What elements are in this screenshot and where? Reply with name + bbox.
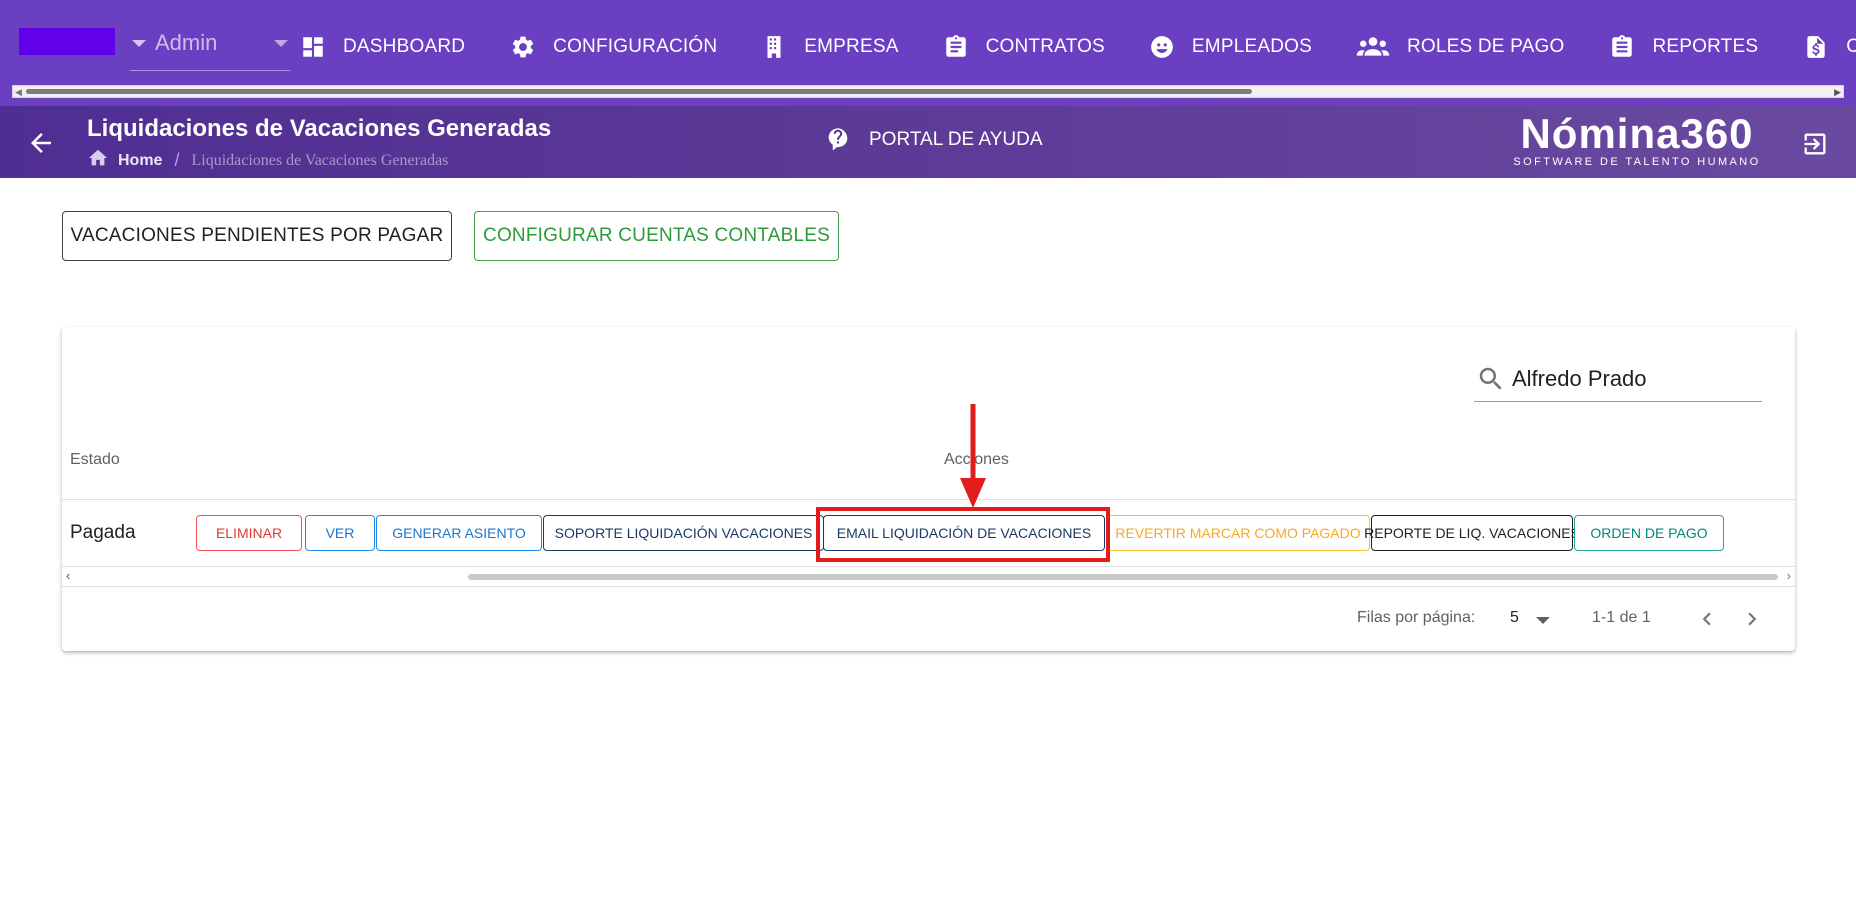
delete-button[interactable]: ELIMINAR: [196, 515, 302, 551]
chevron-down-icon: [132, 40, 146, 47]
users-icon: [1356, 34, 1390, 60]
clipboard-icon: [943, 34, 969, 60]
vacation-report-button[interactable]: REPORTE DE LIQ. VACACIONES: [1364, 515, 1580, 551]
role-select[interactable]: Admin: [130, 24, 290, 71]
nav-label: REPORTES: [1652, 36, 1759, 57]
generate-entry-button[interactable]: GENERAR ASIENTO: [376, 515, 542, 551]
help-icon: [828, 128, 848, 151]
home-icon[interactable]: [87, 147, 109, 174]
chevron-left-icon[interactable]: ‹: [66, 568, 70, 583]
nav-contratos[interactable]: CONTRATOS: [943, 24, 1105, 70]
table-horizontal-scrollbar[interactable]: ‹ ›: [62, 568, 1795, 583]
page-header: Liquidaciones de Vacaciones Generadas Ho…: [0, 106, 1856, 178]
logo-tagline: SOFTWARE DE TALENTO HUMANO: [1513, 156, 1761, 168]
divider: [62, 586, 1795, 587]
dollar-file-icon: [1803, 34, 1829, 60]
search-input[interactable]: Alfredo Prado: [1512, 366, 1647, 392]
annotation-arrow-icon: [960, 404, 986, 508]
logo-name: Nómina360: [1520, 110, 1754, 157]
view-button[interactable]: VER: [305, 515, 375, 551]
nav-dashboard[interactable]: DASHBOARD: [300, 24, 465, 70]
nav-empresa[interactable]: EMPRESA: [761, 24, 898, 70]
breadcrumb-current: Liquidaciones de Vacaciones Generadas: [191, 151, 449, 169]
breadcrumb-home-link[interactable]: Home: [118, 152, 162, 170]
gear-icon: [510, 34, 536, 60]
configure-accounts-button[interactable]: CONFIGURAR CUENTAS CONTABLES: [474, 211, 839, 261]
building-icon: [761, 34, 787, 60]
nav-configuracion[interactable]: CONFIGURACIÓN: [510, 24, 717, 70]
breadcrumb: Home / Liquidaciones de Vacaciones Gener…: [87, 147, 448, 174]
clipboard-list-icon: [1609, 34, 1635, 60]
column-header-estado[interactable]: Estado: [70, 451, 120, 469]
nav-label: CONTRATOS: [985, 36, 1105, 57]
nav-reportes[interactable]: REPORTES: [1609, 24, 1758, 70]
nav-roles-de-pago[interactable]: ROLES DE PAGO: [1356, 24, 1564, 70]
nav-label: DASHBOARD: [343, 36, 466, 57]
top-navbar: Admin DASHBOARD CONFIGURACIÓN EMPRESA CO…: [0, 0, 1856, 106]
logout-icon[interactable]: [1801, 130, 1829, 158]
liquidations-table-card: Alfredo Prado Estado Acciones Pagada ELI…: [62, 327, 1795, 651]
nav-label: COSTOS: [1846, 36, 1856, 57]
pending-vacations-button[interactable]: VACACIONES PENDIENTES POR PAGAR: [62, 211, 452, 261]
annotation-highlight-box: [816, 507, 1110, 562]
dropdown-caret-icon: [1536, 617, 1550, 624]
pagination-range: 1-1 de 1: [1592, 609, 1651, 626]
nav-label: ROLES DE PAGO: [1406, 36, 1565, 57]
divider: [62, 566, 1795, 567]
support-document-button[interactable]: SOPORTE LIQUIDACIÓN VACACIONES: [543, 515, 824, 551]
search-field[interactable]: Alfredo Prado: [1474, 361, 1762, 402]
scroll-right-icon[interactable]: ▶: [1834, 87, 1841, 97]
next-page-icon[interactable]: [1739, 606, 1765, 632]
payment-order-button[interactable]: ORDEN DE PAGO: [1574, 515, 1724, 551]
status-cell: Pagada: [70, 522, 136, 543]
chevron-right-icon[interactable]: ›: [1787, 568, 1791, 583]
help-label: PORTAL DE AYUDA: [869, 129, 1043, 150]
nav-label: CONFIGURACIÓN: [553, 36, 718, 57]
scrollbar-thumb[interactable]: [26, 89, 1252, 94]
nav-horizontal-scrollbar[interactable]: ◀ ▶: [12, 85, 1844, 98]
previous-page-icon[interactable]: [1694, 606, 1720, 632]
nomina360-logo: Nómina360 SOFTWARE DE TALENTO HUMANO: [1512, 110, 1762, 169]
revert-paid-button[interactable]: REVERTIR MARCAR COMO PAGADO: [1106, 515, 1370, 551]
brand-logo-placeholder: [19, 28, 115, 55]
divider: [62, 499, 1795, 500]
main-nav: DASHBOARD CONFIGURACIÓN EMPRESA CONTRATO…: [300, 24, 1856, 70]
role-select-value: Admin: [155, 30, 218, 55]
dashboard-icon: [300, 34, 326, 60]
face-icon: [1149, 34, 1175, 60]
page-title: Liquidaciones de Vacaciones Generadas: [87, 115, 552, 142]
dropdown-caret-icon: [274, 40, 288, 47]
rows-per-page-value: 5: [1510, 609, 1519, 626]
rows-per-page-select[interactable]: 5: [1510, 607, 1558, 631]
scroll-left-icon[interactable]: ◀: [15, 87, 22, 97]
scrollbar-thumb[interactable]: [468, 574, 1778, 580]
nav-label: EMPLEADOS: [1191, 36, 1312, 57]
breadcrumb-separator: /: [174, 150, 180, 170]
rows-per-page-label: Filas por página:: [1357, 609, 1476, 626]
nav-empleados[interactable]: EMPLEADOS: [1149, 24, 1312, 70]
help-portal-link[interactable]: PORTAL DE AYUDA: [824, 126, 1043, 154]
search-icon: [1476, 364, 1506, 394]
nav-label: EMPRESA: [804, 36, 899, 57]
back-arrow-icon[interactable]: [26, 128, 56, 158]
nav-costos[interactable]: COSTOS: [1803, 24, 1856, 70]
